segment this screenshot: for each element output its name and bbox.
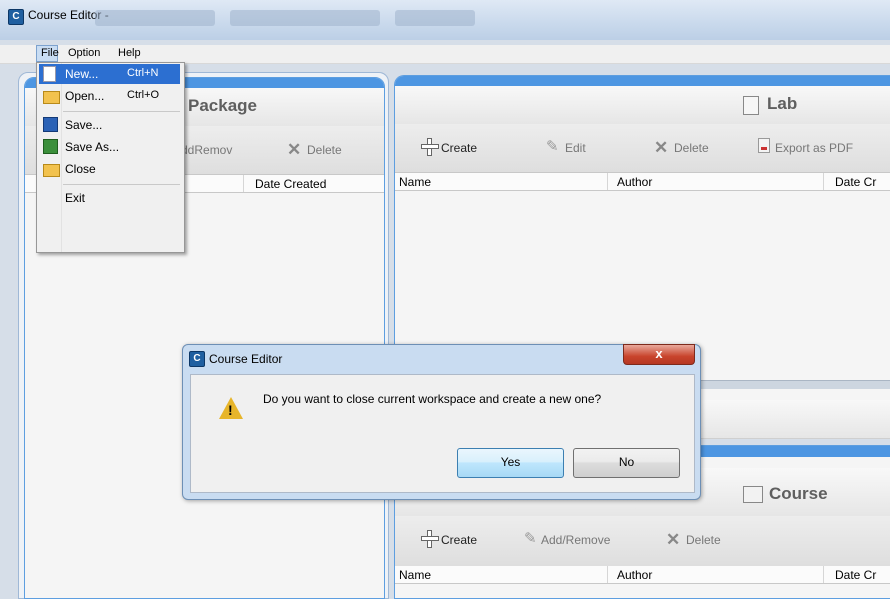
yes-button[interactable]: Yes [457, 448, 564, 478]
dialog-message: Do you want to close current workspace a… [263, 392, 602, 406]
column-author[interactable]: Author [617, 568, 652, 582]
course-column-header: Name Author Date Cr [395, 566, 890, 584]
lab-column-header: Name Author Date Cr [395, 173, 890, 191]
column-date-created[interactable]: Date Cr [835, 175, 876, 189]
menu-item-open[interactable]: Open... Ctrl+O [39, 86, 180, 106]
dialog-body: Do you want to close current workspace a… [190, 374, 695, 493]
delete-icon: ✕ [666, 530, 681, 549]
column-date-created[interactable]: Date Cr [835, 568, 876, 582]
lab-toolbar: Create ✎ Edit ✕ Delete Export as PDF [395, 124, 890, 173]
blurred-title-area-3 [395, 10, 475, 26]
open-folder-icon [43, 91, 60, 104]
menu-separator [63, 184, 180, 185]
file-menu-dropdown: New... Ctrl+N Open... Ctrl+O Save... Sav… [36, 62, 185, 253]
column-name[interactable]: Name [399, 175, 431, 189]
lab-icon [743, 96, 759, 115]
menu-separator [63, 111, 180, 112]
menu-file-label[interactable]: File [41, 47, 59, 59]
menu-item-close[interactable]: Close [39, 159, 180, 179]
create-icon [421, 138, 439, 156]
package-delete-button[interactable]: Delete [307, 143, 342, 157]
dialog-title: Course Editor [209, 352, 283, 366]
column-author[interactable]: Author [617, 175, 652, 189]
confirm-dialog: C Course Editor x Do you want to close c… [182, 344, 701, 500]
save-as-icon [43, 139, 58, 154]
column-name[interactable]: Name [399, 568, 431, 582]
lab-panel-header: Lab [395, 86, 890, 125]
course-delete-button[interactable]: Delete [686, 533, 721, 547]
menu-option[interactable]: Option [68, 47, 100, 59]
menu-item-new[interactable]: New... Ctrl+N [39, 64, 180, 84]
package-panel-title: Package [188, 96, 257, 115]
app-icon: C [8, 9, 24, 25]
blurred-title-area [95, 10, 215, 26]
package-add-remove-button[interactable]: ddRemov [181, 143, 232, 157]
create-icon [421, 530, 439, 548]
lab-delete-button[interactable]: Delete [674, 141, 709, 155]
add-remove-pencil-icon: ✎ [524, 530, 537, 547]
lab-panel-title: Lab [767, 94, 798, 113]
menu-item-save[interactable]: Save... [39, 115, 180, 135]
course-create-button[interactable]: Create [441, 533, 477, 547]
new-document-icon [43, 66, 56, 82]
lab-create-button[interactable]: Create [441, 141, 477, 155]
course-folder-icon [743, 486, 763, 503]
delete-icon: ✕ [654, 138, 669, 157]
warning-icon [219, 397, 243, 419]
dialog-close-button[interactable]: x [623, 344, 695, 365]
pdf-icon [758, 138, 770, 153]
menu-help[interactable]: Help [118, 47, 141, 59]
menu-item-save-as[interactable]: Save As... [39, 137, 180, 157]
menu-item-exit[interactable]: Exit [39, 188, 180, 208]
blurred-title-area-2 [230, 10, 380, 26]
course-panel-title: Course [769, 484, 828, 503]
lab-edit-button[interactable]: Edit [565, 141, 586, 155]
save-disk-icon [43, 117, 58, 132]
lab-export-pdf-button[interactable]: Export as PDF [775, 141, 853, 155]
lab-panel-band [395, 76, 890, 86]
no-button[interactable]: No [573, 448, 680, 478]
close-icon: x [655, 346, 663, 361]
course-add-remove-button[interactable]: Add/Remove [541, 533, 610, 547]
app-icon: C [189, 351, 205, 367]
column-date-created[interactable]: Date Created [255, 177, 326, 191]
course-toolbar: Create ✎ Add/Remove ✕ Delete [395, 516, 890, 567]
window-title-bar: C Course Editor - [0, 0, 890, 40]
edit-pencil-icon: ✎ [546, 138, 559, 155]
delete-icon: ✕ [287, 140, 302, 159]
close-folder-icon [43, 164, 60, 177]
